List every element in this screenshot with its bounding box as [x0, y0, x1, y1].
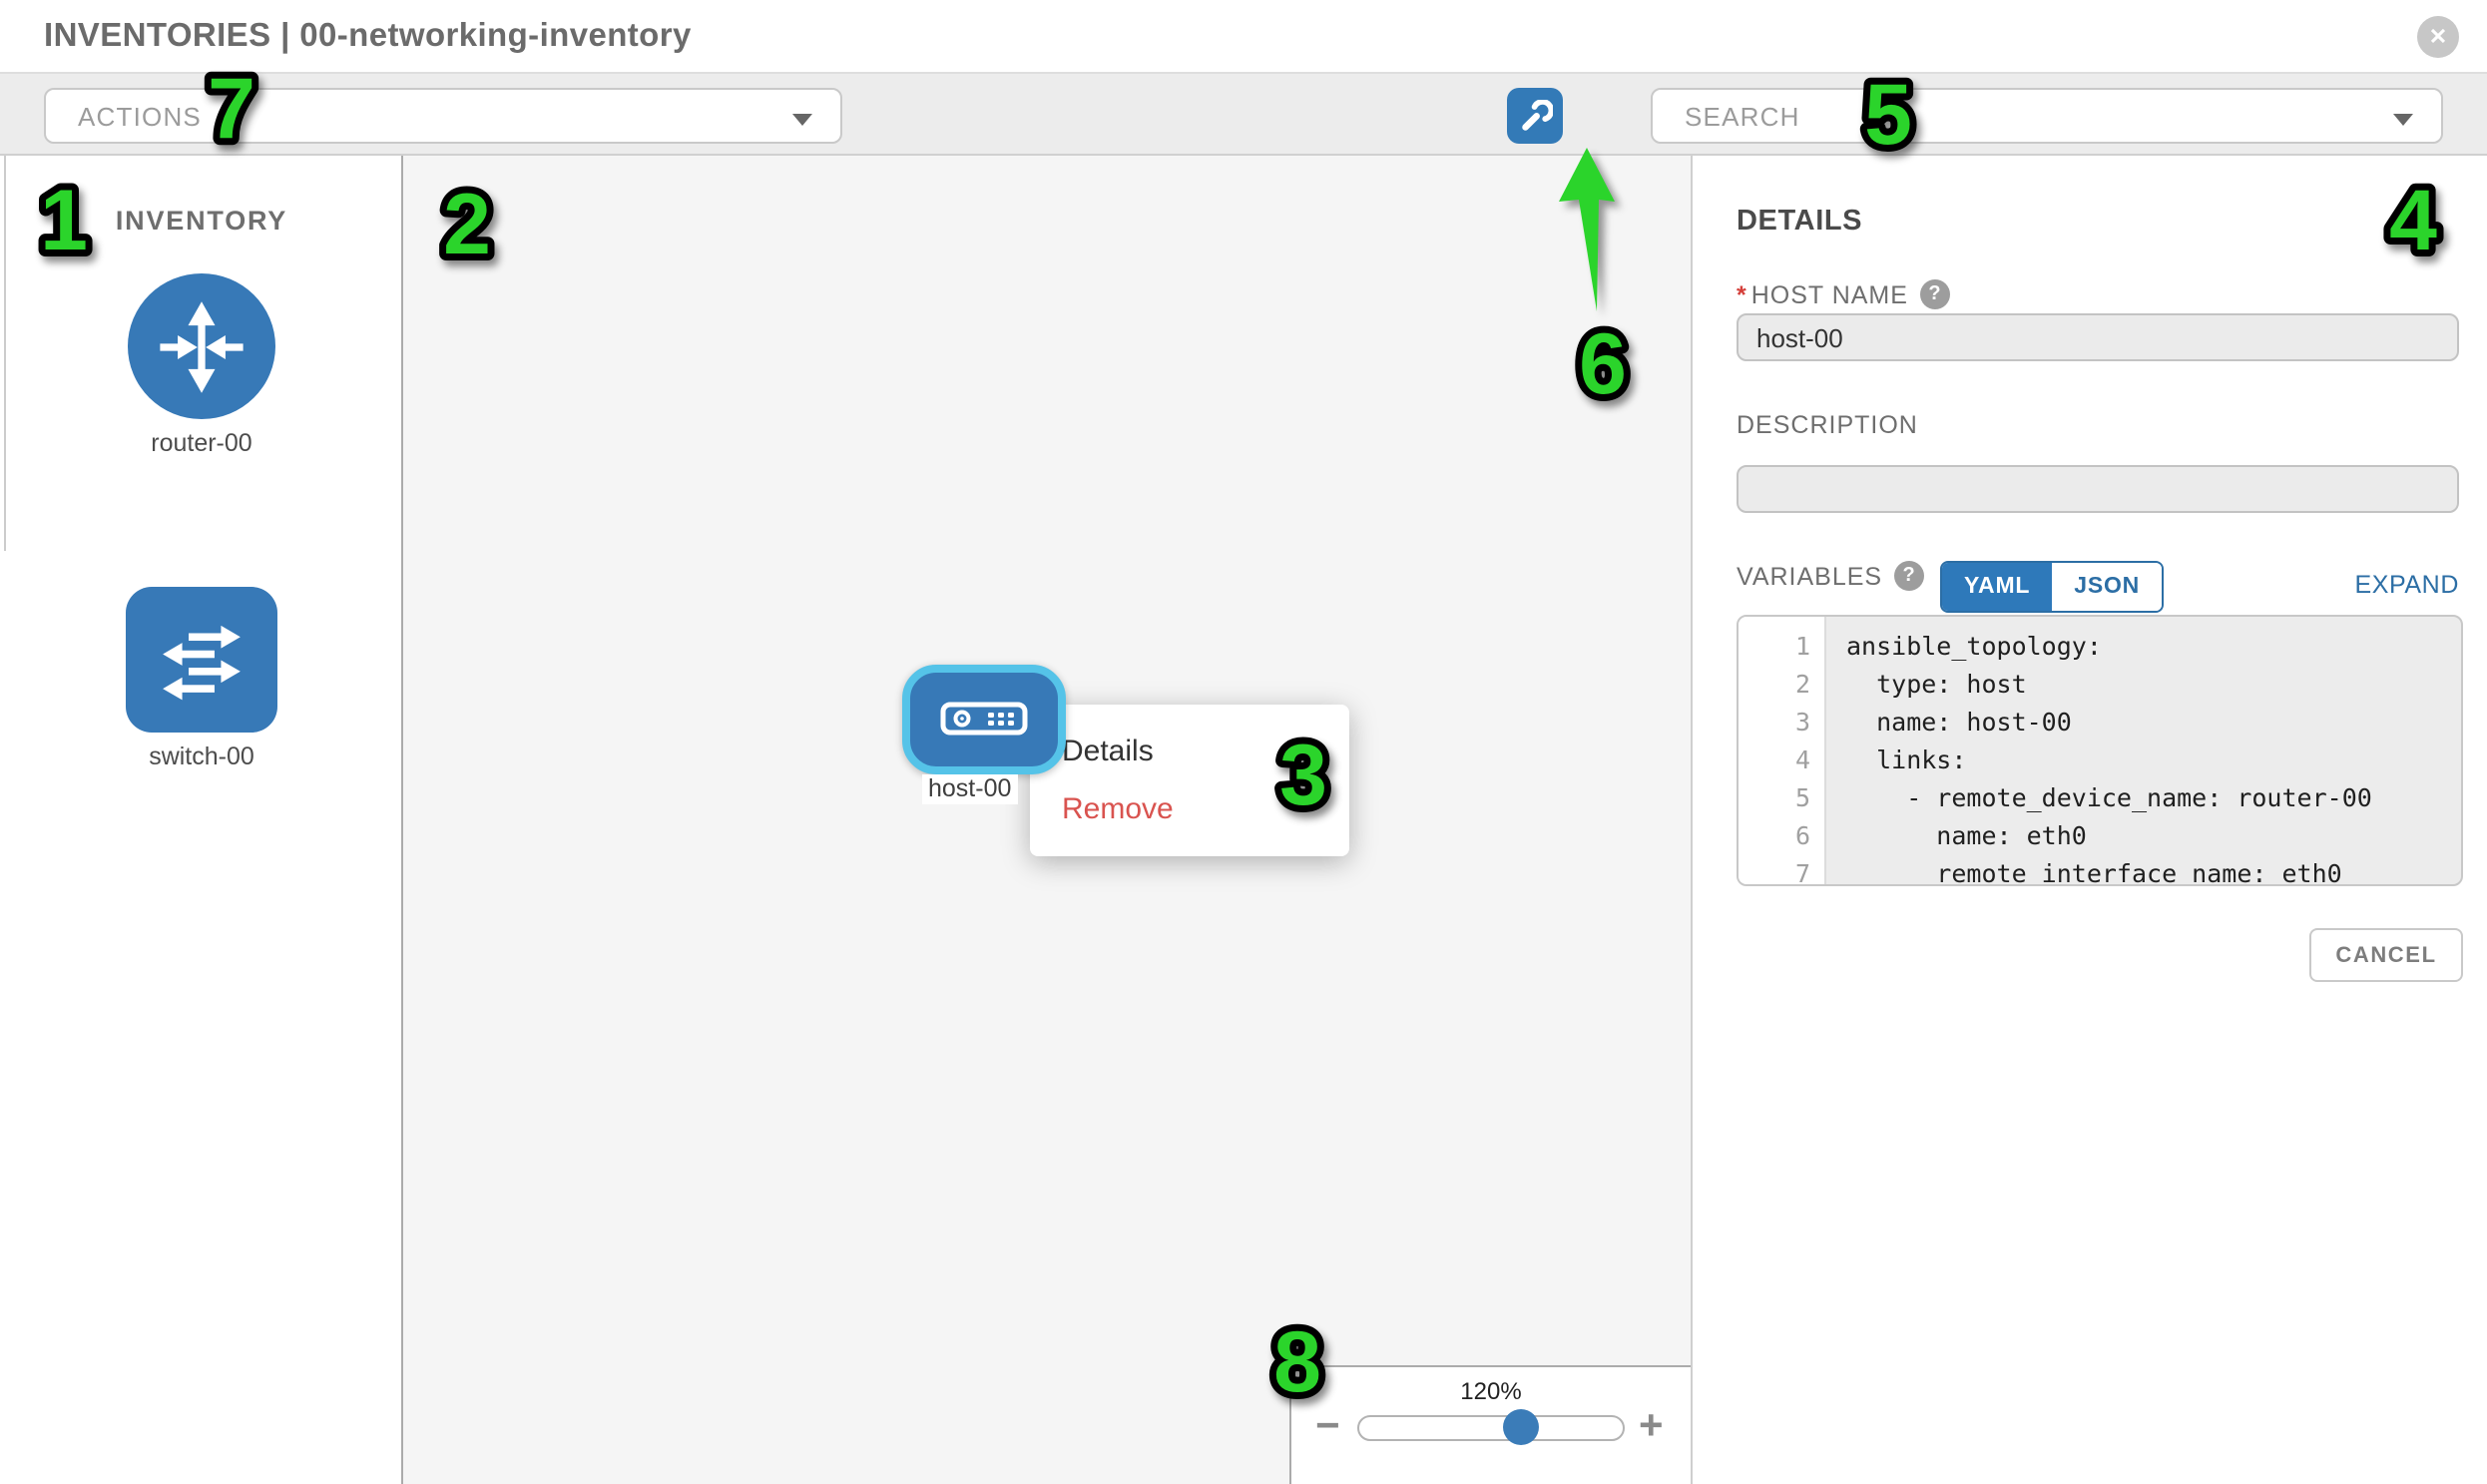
expand-link[interactable]: EXPAND — [2354, 571, 2459, 599]
palette-item-router[interactable]: router-00 — [0, 273, 403, 457]
zoom-level-value: 120% — [1291, 1377, 1691, 1405]
variables-format-toggle: YAML JSON — [1940, 561, 2164, 613]
zoom-in-button[interactable]: + — [1639, 1405, 1664, 1447]
code-line: - remote_device_name: router-00 — [1846, 778, 2461, 816]
search-placeholder: SEARCH — [1685, 101, 1800, 131]
chevron-down-icon — [2393, 114, 2413, 126]
code-line: name: eth0 — [1846, 816, 2461, 854]
help-icon[interactable]: ? — [1894, 561, 1924, 591]
node-context-menu: Details Remove — [1030, 705, 1349, 856]
code-line: type: host — [1846, 665, 2461, 703]
host-node-selected[interactable] — [901, 665, 1065, 773]
details-panel-title: DETAILS — [1737, 206, 1862, 238]
editor-line-numbers: 1 2 3 4 5 6 7 — [1739, 617, 1826, 883]
host-name-label: HOST NAME — [1751, 280, 1908, 308]
switch-icon — [126, 587, 277, 733]
context-menu-item-details[interactable]: Details — [1030, 723, 1349, 780]
chevron-down-icon — [792, 114, 812, 126]
details-panel: DETAILS *HOST NAME ? DESCRIPTION VARIABL… — [1693, 156, 2487, 1484]
inventory-palette-sidebar: INVENTORY router-00 — [0, 156, 403, 1484]
json-toggle-button[interactable]: JSON — [2052, 563, 2162, 611]
variables-label-row: VARIABLES ? — [1737, 561, 1924, 591]
toolbar: ACTIONS SEARCH — [0, 74, 2487, 156]
code-line: ansible_topology: — [1846, 627, 2461, 665]
zoom-slider-thumb[interactable] — [1503, 1409, 1539, 1445]
required-asterisk: * — [1737, 280, 1747, 308]
zoom-out-button[interactable]: − — [1315, 1405, 1340, 1447]
host-name-label-row: *HOST NAME ? — [1737, 279, 1950, 309]
host-node-label: host-00 — [922, 774, 1017, 804]
host-icon — [939, 700, 1027, 740]
close-glyph: ✕ — [2429, 24, 2447, 50]
page-header: INVENTORIES | 00-networking-inventory ✕ — [0, 0, 2487, 74]
inventory-palette-title: INVENTORY — [0, 206, 403, 236]
close-icon[interactable]: ✕ — [2417, 16, 2459, 58]
network-inventory-topology-screen: INVENTORIES | 00-networking-inventory ✕ … — [0, 0, 2487, 1484]
variables-label: VARIABLES — [1737, 562, 1882, 590]
cancel-button[interactable]: CANCEL — [2309, 928, 2463, 982]
context-menu-item-remove[interactable]: Remove — [1030, 780, 1349, 838]
breadcrumb: INVENTORIES | 00-networking-inventory — [44, 18, 692, 56]
palette-item-label: switch-00 — [0, 742, 403, 770]
help-icon[interactable]: ? — [1920, 279, 1950, 309]
zoom-slider[interactable] — [1357, 1415, 1625, 1441]
variables-code-editor[interactable]: 1 2 3 4 5 6 7 ansible_topology: type: ho… — [1737, 615, 2463, 885]
actions-dropdown-label: ACTIONS — [78, 101, 202, 131]
actions-dropdown[interactable]: ACTIONS — [44, 88, 842, 144]
topology-canvas[interactable]: host-00 Details Remove 120% − + — [403, 156, 1693, 1484]
editor-code-lines: ansible_topology: type: host name: host-… — [1828, 617, 2461, 883]
router-icon — [128, 273, 275, 419]
host-name-input[interactable] — [1737, 313, 2459, 361]
code-line: remote_interface_name: eth0 — [1846, 854, 2461, 885]
code-line: name: host-00 — [1846, 703, 2461, 741]
yaml-toggle-button[interactable]: YAML — [1942, 563, 2052, 611]
zoom-control-panel: 120% − + — [1289, 1365, 1691, 1484]
description-input[interactable] — [1737, 465, 2459, 513]
palette-item-switch[interactable]: switch-00 — [0, 587, 403, 770]
palette-item-label: router-00 — [0, 429, 403, 457]
search-dropdown[interactable]: SEARCH — [1651, 88, 2443, 144]
tools-button[interactable] — [1507, 88, 1563, 144]
wrench-icon — [1518, 99, 1552, 133]
code-line: links: — [1846, 741, 2461, 778]
description-label: DESCRIPTION — [1737, 411, 1918, 439]
